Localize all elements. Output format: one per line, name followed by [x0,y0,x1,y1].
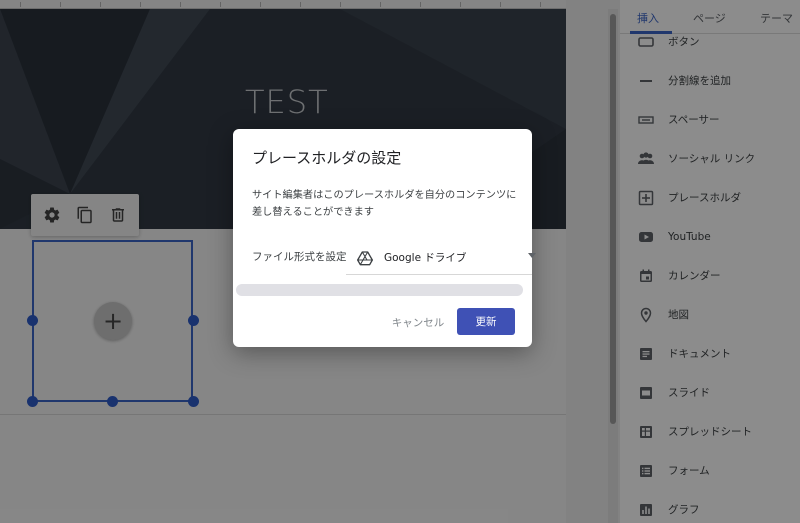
ruler-tick [500,2,501,7]
insert-item-label: スプレッドシート [668,426,752,438]
insert-item-label: カレンダー [668,270,721,282]
dropdown-arrow-icon [528,253,536,258]
insert-item-button[interactable]: ボタン [620,22,800,61]
ruler-tick [60,2,61,7]
ruler-tick [140,2,141,7]
settings-button[interactable] [37,200,67,230]
people-icon [637,150,655,168]
resize-handle-right[interactable] [188,315,199,326]
ruler-tick [460,2,461,7]
chart-icon [637,501,655,519]
insert-item-label: 地図 [668,309,689,321]
dialog-title: プレースホルダの設定 [252,149,402,167]
insert-item-label: ボタン [668,36,700,48]
insert-item-forms[interactable]: フォーム [620,451,800,490]
insert-item-label: ソーシャル リンク [668,153,756,165]
button-icon [637,33,655,51]
add-content-button[interactable]: + [94,302,132,340]
insert-item-sheets[interactable]: スプレッドシート [620,412,800,451]
ruler-tick [220,2,221,7]
delete-button[interactable] [103,200,133,230]
insert-item-chart[interactable]: グラフ [620,490,800,523]
cancel-button[interactable]: キャンセル [383,309,453,335]
page-title[interactable]: TEST [245,83,329,121]
ruler-tick [260,2,261,7]
progress-bar [236,284,523,296]
file-type-selected-value: Google ドライブ [384,252,467,264]
insert-item-label: ドキュメント [668,348,731,360]
file-type-label: ファイル形式を設定 [252,251,347,263]
insert-item-docs[interactable]: ドキュメント [620,334,800,373]
duplicate-button[interactable] [70,200,100,230]
docs-icon [637,345,655,363]
divider-icon [637,72,655,90]
insert-item-map[interactable]: 地図 [620,295,800,334]
insert-item-divider[interactable]: 分割線を追加 [620,61,800,100]
section-divider [0,414,566,415]
plus-box-icon [637,189,655,207]
sheets-icon [637,423,655,441]
ruler-tick [180,2,181,7]
insert-item-label: スペーサー [668,114,720,126]
gear-icon [44,207,59,223]
insert-item-youtube[interactable]: YouTube [620,217,800,256]
insert-panel: 挿入 ページ テーマ ボタン 分割線を追加 スペーサー ソーシャル リンク プレ… [620,0,800,523]
resize-handle-left[interactable] [27,315,38,326]
resize-handle-bottom-left[interactable] [27,396,38,407]
insert-item-label: プレースホルダ [668,192,741,204]
slides-icon [637,384,655,402]
google-drive-icon [357,250,373,265]
insert-item-social-links[interactable]: ソーシャル リンク [620,139,800,178]
ruler-tick [420,2,421,7]
resize-handle-bottom-right[interactable] [188,396,199,407]
insert-item-placeholder[interactable]: プレースホルダ [620,178,800,217]
ruler [0,0,566,9]
element-toolbar [31,194,139,236]
insert-item-label: YouTube [668,230,711,243]
ruler-tick [380,2,381,7]
calendar-icon [637,267,655,285]
trash-icon [112,208,125,222]
ruler-tick [340,2,341,7]
ruler-tick [20,2,21,7]
youtube-icon [637,228,655,246]
insert-item-spacer[interactable]: スペーサー [620,100,800,139]
insert-item-label: スライド [668,387,710,399]
update-button[interactable]: 更新 [457,308,515,335]
forms-icon [637,462,655,480]
spacer-icon [637,111,655,129]
ruler-tick [100,2,101,7]
insert-item-slides[interactable]: スライド [620,373,800,412]
insert-item-label: フォーム [668,465,710,477]
insert-item-label: グラフ [668,504,700,516]
ruler-tick [300,2,301,7]
insert-item-calendar[interactable]: カレンダー [620,256,800,295]
file-type-select[interactable]: Google ドライブ [346,241,536,275]
ruler-tick [540,2,541,7]
copy-icon [77,206,92,224]
insert-item-label: 分割線を追加 [668,75,731,87]
placeholder-settings-dialog: プレースホルダの設定 サイト編集者はこのプレースホルダを自分のコンテンツに差し替… [233,129,536,347]
scrollbar-thumb[interactable] [610,14,616,424]
dialog-description: サイト編集者はこのプレースホルダを自分のコンテンツに差し替えることができます [252,190,517,218]
resize-handle-bottom[interactable] [107,396,118,407]
map-pin-icon [637,306,655,324]
